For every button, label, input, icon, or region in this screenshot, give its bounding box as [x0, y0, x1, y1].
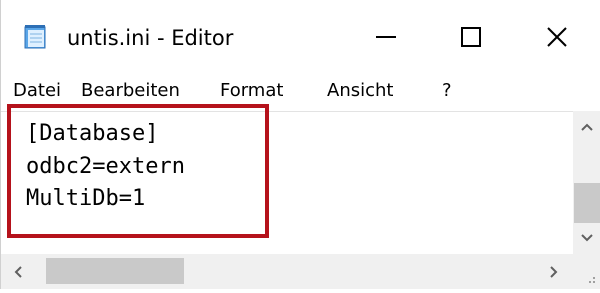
- minimize-icon: [376, 36, 396, 38]
- window-title: untis.ini - Editor: [67, 26, 234, 50]
- vertical-scroll-thumb[interactable]: [574, 183, 600, 223]
- horizontal-scrollbar[interactable]: [1, 254, 573, 289]
- horizontal-scroll-thumb[interactable]: [46, 258, 184, 284]
- menu-format[interactable]: Format: [220, 80, 283, 101]
- chevron-down-icon: [581, 234, 593, 242]
- resize-grip-icon: [589, 277, 595, 283]
- chevron-left-icon: [14, 265, 22, 278]
- notepad-window: untis.ini - Editor Datei Bearbeiten Form…: [0, 0, 600, 289]
- resize-grip[interactable]: [573, 254, 600, 289]
- chevron-up-icon: [581, 123, 593, 131]
- title-bar[interactable]: untis.ini - Editor: [1, 0, 600, 74]
- maximize-icon: [461, 27, 481, 47]
- scroll-up-button[interactable]: [573, 111, 600, 143]
- notepad-icon: [23, 24, 49, 50]
- scroll-left-button[interactable]: [1, 254, 35, 289]
- scroll-right-button[interactable]: [535, 254, 573, 289]
- chevron-right-icon: [550, 265, 558, 278]
- menu-ansicht[interactable]: Ansicht: [327, 80, 393, 101]
- close-icon: [547, 27, 567, 47]
- menu-help[interactable]: ?: [442, 80, 452, 101]
- minimize-button[interactable]: [346, 0, 426, 74]
- scroll-down-button[interactable]: [573, 222, 600, 254]
- close-button[interactable]: [517, 0, 597, 74]
- vertical-scrollbar[interactable]: [573, 111, 600, 254]
- menu-bearbeiten[interactable]: Bearbeiten: [81, 80, 180, 101]
- highlight-annotation-box: [7, 104, 269, 238]
- menu-datei[interactable]: Datei: [13, 80, 61, 101]
- maximize-button[interactable]: [431, 0, 511, 74]
